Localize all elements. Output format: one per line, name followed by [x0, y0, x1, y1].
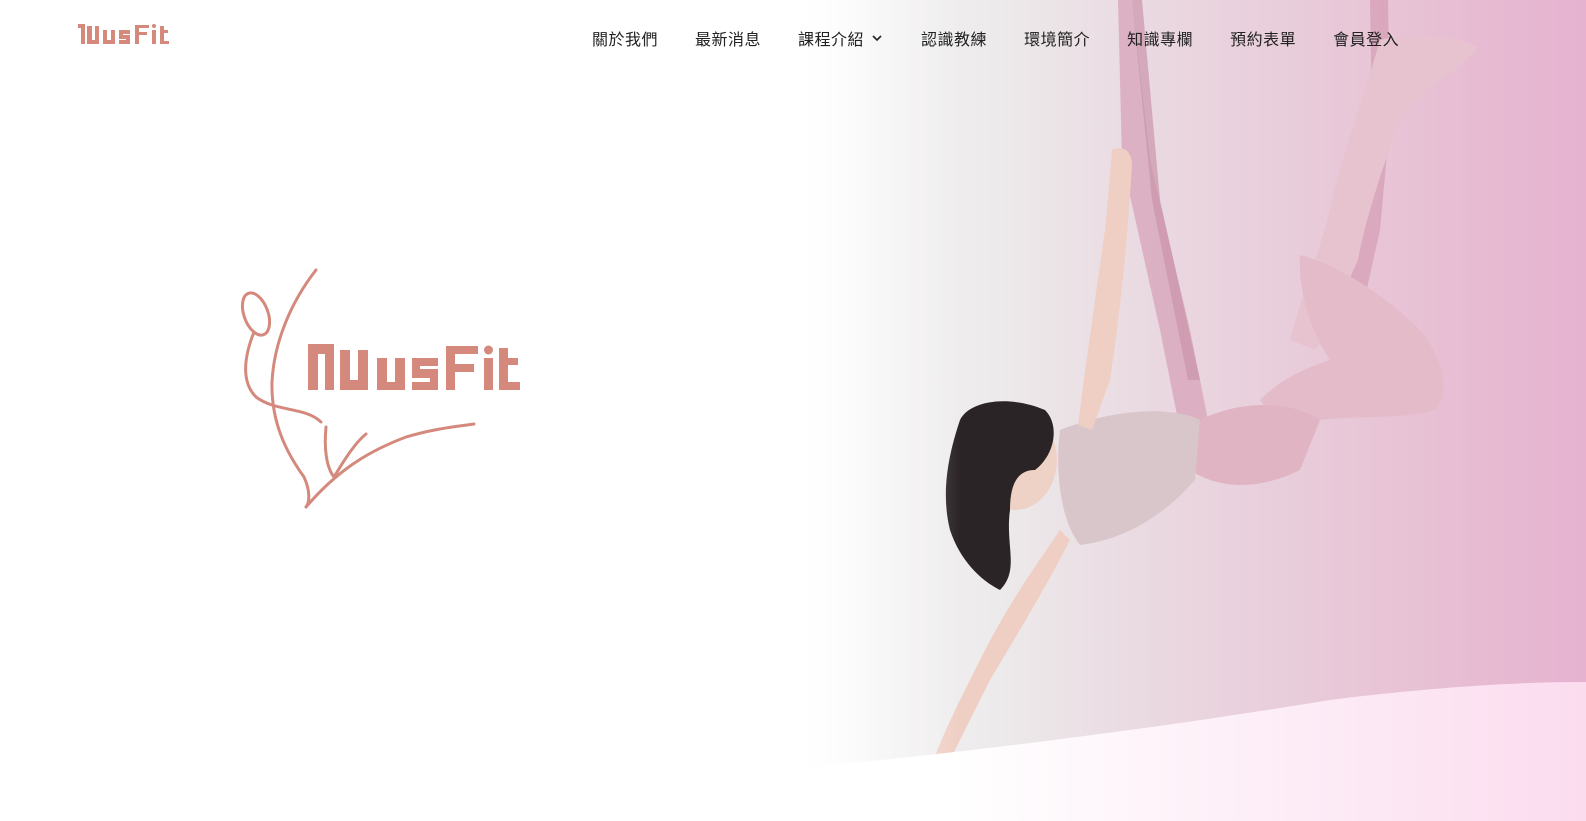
nav-item-knowledge[interactable]: 知識專欄	[1127, 26, 1193, 50]
page: 關於我們 最新消息 課程介紹 認識教練 環境簡介 知識專欄 預約表單 會員登入	[0, 0, 1586, 821]
performer-raised-arm	[1078, 148, 1132, 430]
nav-item-label: 關於我們	[592, 30, 659, 49]
nav-item-label: 課程介紹	[798, 30, 865, 49]
brand-logo-hero	[240, 268, 520, 509]
nav-item-label: 認識教練	[921, 30, 988, 49]
nav-item-booking[interactable]: 預約表單	[1230, 26, 1296, 50]
nav-item-login[interactable]: 會員登入	[1333, 26, 1399, 50]
brand-logo-small[interactable]	[76, 20, 186, 50]
nav-item-label: 最新消息	[695, 30, 762, 49]
nav-item-environment[interactable]: 環境簡介	[1024, 26, 1090, 50]
nav-item-coaches[interactable]: 認識教練	[921, 26, 987, 50]
performer-torso	[1058, 411, 1200, 545]
site-header: 關於我們 最新消息 課程介紹 認識教練 環境簡介 知識專欄 預約表單 會員登入	[0, 0, 1586, 76]
nav-item-about[interactable]: 關於我們	[592, 26, 658, 50]
nav-item-label: 預約表單	[1230, 30, 1297, 49]
chevron-down-icon	[872, 35, 882, 42]
bottom-wave-shape	[0, 682, 1586, 821]
nav-item-label: 環境簡介	[1024, 30, 1091, 49]
nav-item-news[interactable]: 最新消息	[695, 26, 761, 50]
nav-item-label: 知識專欄	[1127, 30, 1194, 49]
performer-shorts	[1190, 405, 1320, 485]
nav-item-label: 會員登入	[1333, 30, 1400, 49]
nav-item-courses[interactable]: 課程介紹	[798, 26, 884, 50]
main-nav: 關於我們 最新消息 課程介紹 認識教練 環境簡介 知識專欄 預約表單 會員登入	[592, 24, 1399, 52]
